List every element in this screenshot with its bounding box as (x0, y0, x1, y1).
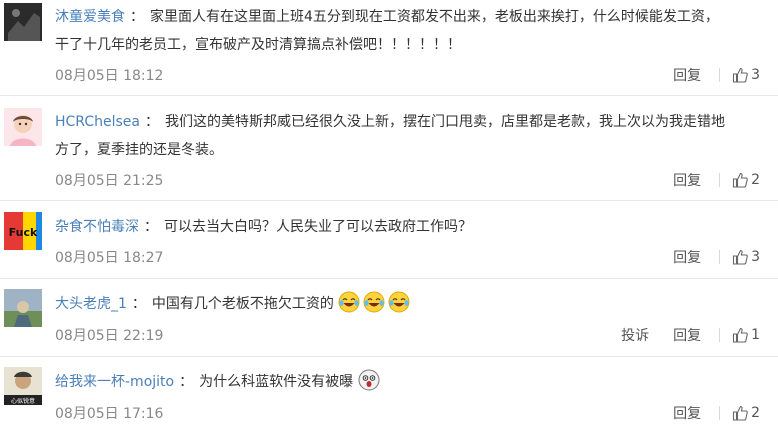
shocked-face-emoji-icon (358, 369, 380, 391)
like-count: 2 (751, 405, 760, 421)
thumbs-up-icon (733, 405, 748, 421)
comment-username[interactable]: 沐童爱美食 (55, 9, 125, 25)
comment-actions: 回复 2 (673, 403, 760, 423)
action-divider (719, 68, 721, 82)
comment-text-continued: 干了十几年的老员工，宣布破产及时清算搞点补偿吧！！！！！！ (55, 37, 461, 53)
username-separator: ： (130, 9, 144, 25)
laughing-tears-emoji-icon (363, 291, 385, 313)
comment-item: 沐童爱美食 ： 家里面人有在这里面上班4五分到现在工资都发不出来，老板出来挨打，什么… (0, 0, 778, 96)
reply-button[interactable]: 回复 (673, 403, 701, 423)
username-separator: ： (144, 114, 159, 130)
like-button[interactable]: 2 (732, 172, 760, 188)
comment-text: 家里面人有在这里面上班4五分到现在工资都发不出来，老板出来挨打，什么时候能发工资… (150, 9, 719, 25)
reply-button[interactable]: 回复 (673, 247, 701, 267)
avatar[interactable] (4, 289, 42, 327)
thumbs-up-icon (733, 327, 748, 343)
comment-item: 大头老虎_1： 中国有几个老板不拖欠工资的 08月05日 22:19 投诉 回复 … (0, 279, 778, 357)
action-divider (719, 173, 721, 187)
comment-list: 沐童爱美食 ： 家里面人有在这里面上班4五分到现在工资都发不出来，老板出来挨打，什么… (0, 0, 778, 428)
like-button[interactable]: 2 (732, 405, 760, 421)
like-button[interactable]: 3 (732, 249, 760, 265)
comment-username[interactable]: 大头老虎_1 (55, 296, 127, 312)
username-separator: ： (179, 374, 194, 390)
reply-button[interactable]: 回复 (673, 325, 701, 345)
comment-username[interactable]: 杂食不怕毒深 (55, 219, 139, 235)
comment-text: 我们这的美特斯邦威已经很久没上新，摆在门口甩卖，店里都是老款，我上次以为我走错地 (164, 114, 725, 130)
comment-text-continued: 方了，夏季挂的还是冬装。 (55, 142, 223, 158)
comment-item: 心似锐意 给我来一杯-mojito ： 为什么科蓝软件没有被曝 08月05日 17:… (0, 357, 778, 428)
comment-text: 为什么科蓝软件没有被曝 (199, 374, 354, 390)
reply-button[interactable]: 回复 (673, 65, 701, 85)
action-divider (719, 250, 721, 264)
comment-actions: 投诉 回复 1 (621, 325, 760, 345)
comment-username[interactable]: 给我来一杯-mojito (55, 374, 174, 390)
avatar[interactable]: Fuck (4, 212, 42, 250)
comment-body: HCRChelsea： 我们这的美特斯邦威已经很久没上新，摆在门口甩卖，店里都是老… (55, 108, 758, 164)
avatar-text: Fuck (9, 226, 38, 239)
reply-button[interactable]: 回复 (673, 170, 701, 190)
like-count: 3 (751, 67, 760, 83)
comment-body: 给我来一杯-mojito ： 为什么科蓝软件没有被曝 (55, 368, 758, 396)
comment-date: 08月05日 17:16 (55, 406, 164, 422)
avatar[interactable] (4, 3, 42, 41)
like-count: 2 (751, 172, 760, 188)
comment-body: 杂食不怕毒深 ： 可以去当大白吗？人民失业了可以去政府工作吗？ (55, 213, 758, 241)
comment-item: Fuck 杂食不怕毒深 ： 可以去当大白吗？人民失业了可以去政府工作吗？ 08月05… (0, 201, 778, 279)
comment-actions: 回复 3 (673, 247, 760, 267)
comment-date: 08月05日 21:25 (55, 173, 164, 189)
laughing-tears-emoji-icon (338, 291, 360, 313)
comment-actions: 回复 2 (673, 170, 760, 190)
comment-body: 大头老虎_1： 中国有几个老板不拖欠工资的 (55, 290, 758, 318)
comment-item: HCRChelsea： 我们这的美特斯邦威已经很久没上新，摆在门口甩卖，店里都是老… (0, 96, 778, 201)
laughing-tears-emoji-icon (388, 291, 410, 313)
comment-text: 可以去当大白吗？人民失业了可以去政府工作吗？ (164, 219, 472, 235)
like-count: 1 (751, 327, 760, 343)
thumbs-up-icon (733, 172, 748, 188)
thumbs-up-icon (733, 249, 748, 265)
comment-text: 中国有几个老板不拖欠工资的 (151, 296, 334, 312)
action-divider (719, 406, 721, 420)
like-count: 3 (751, 249, 760, 265)
like-button[interactable]: 1 (732, 327, 760, 343)
username-separator: ： (144, 219, 158, 235)
comment-body: 沐童爱美食 ： 家里面人有在这里面上班4五分到现在工资都发不出来，老板出来挨打，什么… (55, 3, 758, 59)
avatar[interactable] (4, 108, 42, 146)
comment-date: 08月05日 22:19 (55, 328, 164, 344)
comment-date: 08月05日 18:27 (55, 250, 164, 266)
avatar-text: 心似锐意 (11, 397, 35, 405)
report-button[interactable]: 投诉 (621, 325, 649, 345)
action-divider (719, 328, 721, 342)
comment-date: 08月05日 18:12 (55, 68, 164, 84)
username-separator: ： (131, 296, 146, 312)
like-button[interactable]: 3 (732, 67, 760, 83)
comment-username[interactable]: HCRChelsea (55, 114, 140, 130)
thumbs-up-icon (733, 67, 748, 83)
avatar[interactable]: 心似锐意 (4, 367, 42, 405)
comment-actions: 回复 3 (673, 65, 760, 85)
